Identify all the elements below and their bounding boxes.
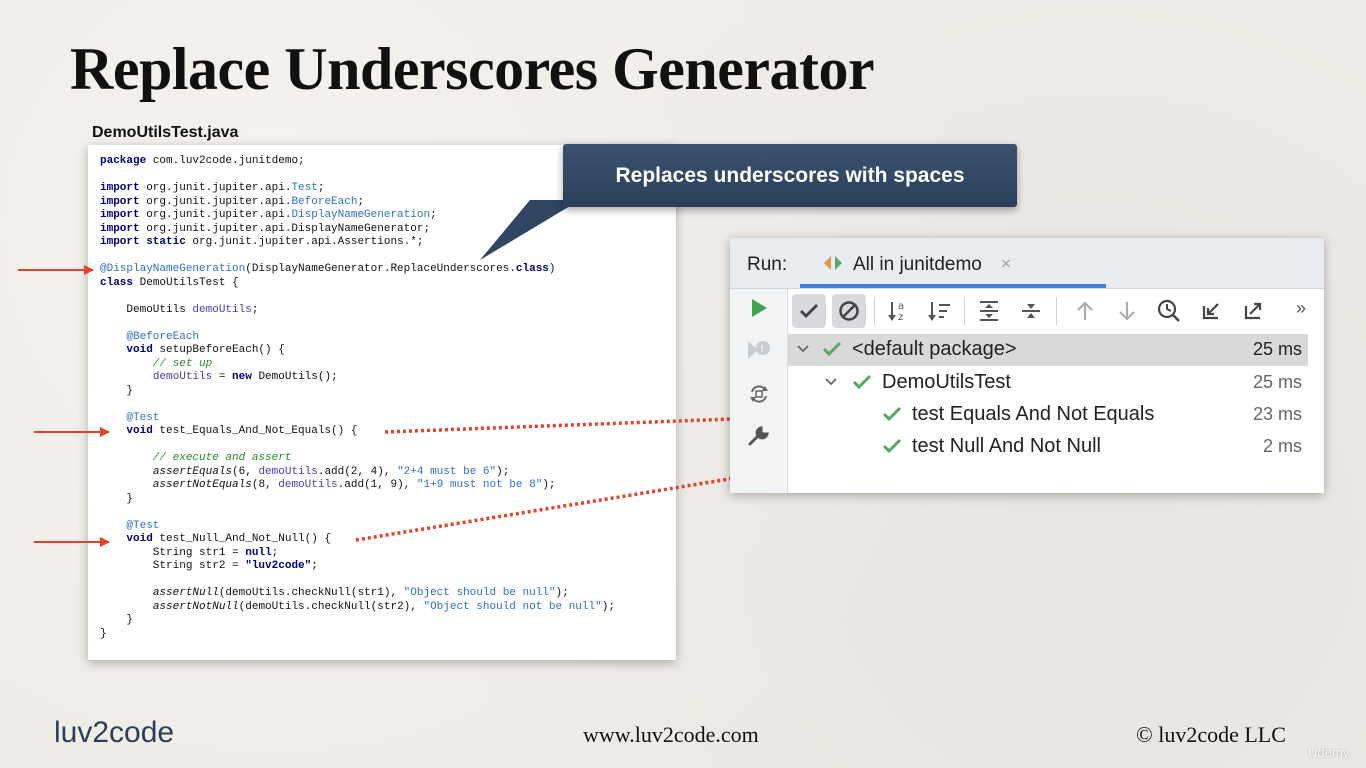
footer-website: www.luv2code.com [583, 722, 759, 747]
toolbar-separator [1056, 297, 1057, 325]
collapse-all-button[interactable] [1014, 294, 1048, 328]
tree-node-time: 2 ms [1262, 436, 1302, 456]
tab-all-in-junitdemo[interactable]: All in junitdemo × [800, 238, 1106, 288]
tree-node-time: 25 ms [1252, 339, 1302, 359]
expand-all-button[interactable] [972, 294, 1006, 328]
chevron-down-icon [797, 345, 809, 353]
expand-all-icon [980, 301, 998, 321]
next-test-button[interactable] [1110, 294, 1144, 328]
udemy-watermark: Udemy [1308, 745, 1350, 760]
settings-button[interactable] [743, 421, 775, 451]
play-icon [752, 299, 767, 317]
tree-node-label: <default package> [852, 338, 1017, 360]
sort-alphabetically-icon: a z [888, 301, 904, 323]
toolbar-separator [964, 297, 965, 325]
toolbar-separator [874, 297, 875, 325]
run-header: Run: All in junitdemo × [730, 238, 1324, 289]
tab-label: All in junitdemo [853, 254, 982, 275]
diamond-run-config-icon [824, 256, 842, 270]
sort-alpha-button[interactable]: a z [882, 294, 916, 328]
more-actions-button[interactable]: » [1296, 298, 1306, 319]
svg-text:a: a [898, 301, 904, 312]
tree-row-default-package[interactable]: <default package> 25 ms [788, 334, 1308, 366]
clock-search-icon [1157, 299, 1180, 322]
sort-by-duration-icon [928, 302, 950, 321]
test-toolbar: a z » [788, 289, 1324, 333]
export-tests-button[interactable] [1236, 294, 1270, 328]
tree-node-label: test Equals And Not Equals [912, 403, 1155, 425]
luv2code-logo: luv2code [54, 716, 174, 749]
test-passed-icon [882, 406, 902, 422]
run-gutter: ! [730, 289, 788, 493]
tree-node-time: 23 ms [1252, 404, 1302, 424]
test-history-button[interactable] [1152, 294, 1186, 328]
ignore-icon [839, 301, 859, 321]
checkmark-icon [799, 303, 819, 319]
rerun-failed-button[interactable]: ! [743, 335, 775, 365]
import-icon [1202, 303, 1219, 320]
tree-node-label: test Null And Not Null [912, 435, 1101, 457]
chevron-down-icon [825, 378, 837, 386]
run-label: Run: [747, 254, 788, 275]
footer-copyright: © luv2code LLC [1136, 722, 1286, 747]
import-tests-button[interactable] [1194, 294, 1228, 328]
svg-text:!: ! [760, 344, 764, 355]
tab-active-indicator [800, 284, 1106, 288]
toggle-auto-test-button[interactable] [743, 379, 775, 409]
run-panel: Run: All in junitdemo × ! a z » <default… [730, 238, 1324, 493]
previous-test-button[interactable] [1068, 294, 1102, 328]
tree-node-time: 25 ms [1252, 372, 1302, 392]
auto-test-icon [750, 385, 768, 403]
collapse-all-icon [1022, 304, 1040, 318]
show-ignored-button[interactable] [832, 294, 866, 328]
tree-row-demoutilstest[interactable]: DemoUtilsTest 25 ms [788, 367, 1308, 399]
svg-text:z: z [898, 312, 903, 323]
export-icon [1244, 302, 1262, 320]
test-passed-icon [822, 341, 842, 357]
show-passed-button[interactable] [792, 294, 826, 328]
test-passed-icon [882, 438, 902, 454]
tree-node-label: DemoUtilsTest [882, 371, 1011, 393]
arrow-down-icon [1119, 302, 1135, 321]
arrow-up-icon [1077, 301, 1093, 320]
test-passed-icon [852, 374, 872, 390]
logo-text: luv2code [54, 716, 174, 749]
tree-row-test-equals[interactable]: test Equals And Not Equals 23 ms [788, 399, 1308, 431]
rerun-button[interactable] [743, 293, 775, 323]
close-icon[interactable]: × [1001, 254, 1011, 274]
rerun-failed-icon: ! [748, 341, 770, 359]
sort-duration-button[interactable] [922, 294, 956, 328]
wrench-icon [748, 426, 769, 446]
tree-row-test-null[interactable]: test Null And Not Null 2 ms [788, 431, 1308, 463]
